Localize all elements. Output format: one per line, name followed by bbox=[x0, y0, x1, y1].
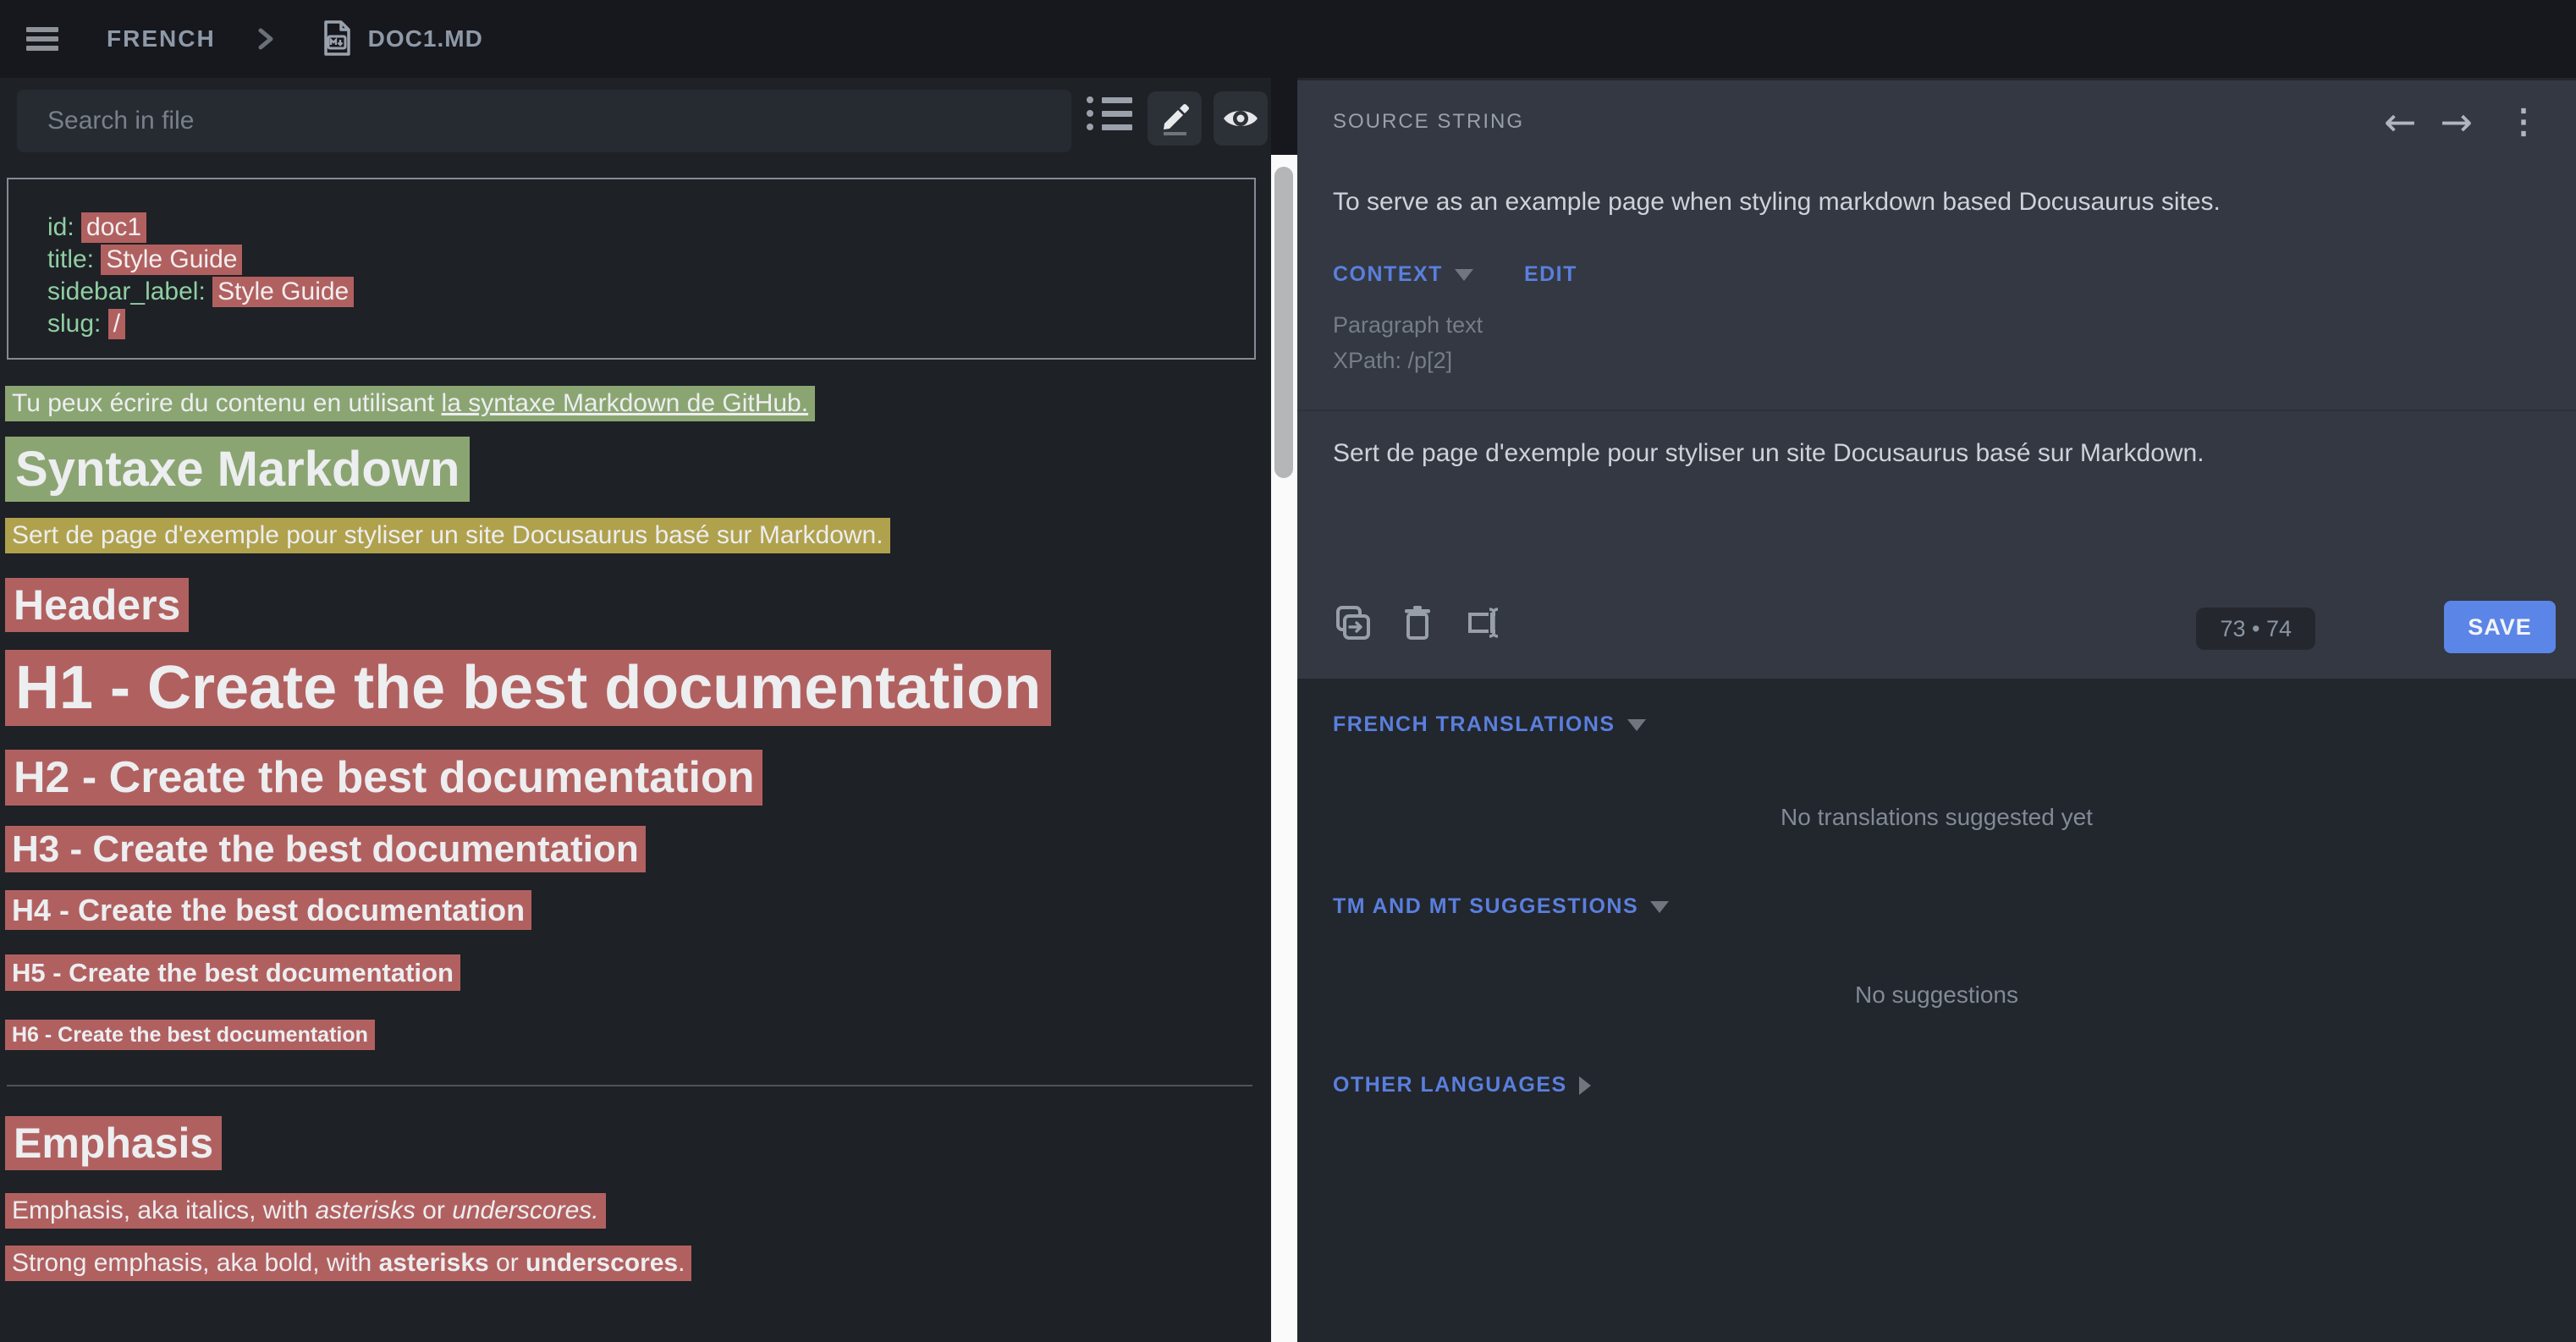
save-button[interactable]: SAVE bbox=[2444, 601, 2556, 653]
chevron-down-icon bbox=[1455, 269, 1473, 281]
document-panel: id: doc1 title: Style Guide sidebar_labe… bbox=[0, 78, 1271, 1342]
translations-empty-message: No translations suggested yet bbox=[1297, 804, 2576, 831]
heading-h4: H4 - Create the best documentation bbox=[5, 894, 1271, 927]
string-doc-title-translated[interactable]: Syntaxe Markdown bbox=[5, 437, 470, 502]
copy-source-button[interactable] bbox=[1333, 604, 1372, 643]
doc-title-heading: Syntaxe Markdown bbox=[5, 443, 1271, 496]
search-input[interactable] bbox=[17, 90, 1071, 152]
string-h1[interactable]: H1 - Create the best documentation bbox=[5, 650, 1051, 726]
top-bar: FRENCH DOC1.MD bbox=[0, 0, 2576, 78]
string-title[interactable]: Style Guide bbox=[101, 245, 242, 275]
string-strong-emphasis[interactable]: Strong emphasis, aka bold, with asterisk… bbox=[5, 1246, 691, 1281]
context-toggle[interactable]: CONTEXT bbox=[1333, 262, 1443, 287]
chevron-down-icon bbox=[1627, 719, 1646, 731]
emphasis-section-heading: Emphasis bbox=[5, 1120, 1271, 1166]
breadcrumb-project[interactable]: FRENCH bbox=[107, 25, 216, 52]
paragraph-selected: Sert de page d'exemple pour styliser un … bbox=[5, 523, 1271, 548]
paragraph-strong: Strong emphasis, aka bold, with asterisk… bbox=[5, 1251, 1271, 1276]
breadcrumb-chevron-icon bbox=[253, 24, 278, 54]
previous-string-button[interactable]: ← bbox=[2372, 102, 2429, 141]
context-type: Paragraph text bbox=[1333, 307, 1483, 343]
more-options-icon[interactable]: ⋮ bbox=[2485, 102, 2546, 141]
markdown-preview: id: doc1 title: Style Guide sidebar_labe… bbox=[0, 178, 1271, 1276]
translation-input[interactable]: Sert de page d'exemple pour styliser un … bbox=[1333, 437, 2525, 470]
heading-h3: H3 - Create the best documentation bbox=[5, 829, 1271, 870]
string-h4[interactable]: H4 - Create the best documentation bbox=[5, 890, 531, 930]
copy-icon bbox=[1333, 604, 1372, 643]
string-emphasis-italics[interactable]: Emphasis, aka italics, with asterisks or… bbox=[5, 1193, 606, 1229]
section-other-languages[interactable]: OTHER LANGUAGES bbox=[1333, 1073, 1591, 1097]
document-toolbar bbox=[0, 78, 1271, 152]
string-id[interactable]: doc1 bbox=[81, 212, 146, 243]
frontmatter-line: sidebar_label: Style Guide bbox=[47, 276, 1220, 308]
insert-text-button[interactable] bbox=[1463, 604, 1504, 643]
string-emphasis[interactable]: Emphasis bbox=[5, 1116, 222, 1170]
string-list-icon[interactable] bbox=[1087, 90, 1134, 140]
source-string-card: SOURCE STRING ← → ⋮ To serve as an examp… bbox=[1297, 80, 2576, 679]
translation-panel: SOURCE STRING ← → ⋮ To serve as an examp… bbox=[1297, 78, 2576, 1342]
suggestions-empty-message: No suggestions bbox=[1297, 982, 2576, 1009]
context-details: Paragraph text XPath: /p[2] bbox=[1333, 307, 1483, 378]
next-string-button[interactable]: → bbox=[2428, 102, 2485, 141]
headers-section-heading: Headers bbox=[5, 582, 1271, 628]
string-headers[interactable]: Headers bbox=[5, 578, 189, 632]
pencil-icon bbox=[1158, 102, 1192, 135]
frontmatter-line: slug: / bbox=[47, 308, 1220, 340]
edit-mode-button[interactable] bbox=[1148, 91, 1202, 146]
section-french-translations[interactable]: FRENCH TRANSLATIONS bbox=[1333, 712, 1646, 737]
delete-translation-button[interactable] bbox=[1401, 604, 1434, 643]
heading-h1: H1 - Create the best documentation bbox=[5, 655, 1271, 721]
string-slug[interactable]: / bbox=[108, 309, 125, 339]
edit-context-button[interactable]: EDIT bbox=[1524, 262, 1577, 287]
divider bbox=[1297, 410, 2576, 411]
heading-h5: H5 - Create the best documentation bbox=[5, 958, 1271, 988]
source-text: To serve as an example page when styling… bbox=[1333, 185, 2525, 219]
string-selected[interactable]: Sert de page d'exemple pour styliser un … bbox=[5, 518, 890, 553]
preview-mode-button[interactable] bbox=[1214, 91, 1268, 146]
horizontal-rule bbox=[7, 1085, 1252, 1086]
string-h3[interactable]: H3 - Create the best documentation bbox=[5, 826, 646, 872]
paragraph-emphasis: Emphasis, aka italics, with asterisks or… bbox=[5, 1198, 1271, 1224]
trash-icon bbox=[1401, 604, 1434, 643]
paragraph-intro: Tu peux écrire du contenu en utilisant l… bbox=[5, 391, 1271, 416]
frontmatter-line: title: Style Guide bbox=[47, 244, 1220, 276]
markdown-link[interactable]: la syntaxe Markdown de GitHub. bbox=[442, 389, 809, 417]
string-intro-translated[interactable]: Tu peux écrire du contenu en utilisant l… bbox=[5, 386, 815, 421]
string-h2[interactable]: H2 - Create the best documentation bbox=[5, 750, 762, 806]
frontmatter-block: id: doc1 title: Style Guide sidebar_labe… bbox=[7, 178, 1256, 360]
translation-toolbar: 73 • 74 SAVE bbox=[1297, 586, 2576, 679]
markdown-file-icon bbox=[322, 20, 351, 58]
scrollbar-thumb[interactable] bbox=[1274, 167, 1293, 478]
breadcrumb-filename[interactable]: DOC1.MD bbox=[368, 25, 483, 52]
frontmatter-line: id: doc1 bbox=[47, 212, 1220, 244]
string-h5[interactable]: H5 - Create the best documentation bbox=[5, 954, 460, 991]
string-h6[interactable]: H6 - Create the best documentation bbox=[5, 1020, 375, 1050]
text-cursor-icon bbox=[1463, 604, 1504, 643]
heading-h2: H2 - Create the best documentation bbox=[5, 753, 1271, 802]
string-sidebar-label[interactable]: Style Guide bbox=[212, 277, 354, 307]
source-string-label: SOURCE STRING bbox=[1333, 110, 1524, 134]
chevron-right-icon bbox=[1579, 1076, 1591, 1095]
eye-icon bbox=[1222, 105, 1259, 132]
heading-h6: H6 - Create the best documentation bbox=[5, 1022, 1271, 1048]
document-scrollbar[interactable] bbox=[1271, 155, 1297, 1342]
char-counter: 73 • 74 bbox=[2196, 608, 2315, 650]
chevron-down-icon bbox=[1650, 901, 1669, 913]
menu-icon[interactable] bbox=[26, 27, 58, 51]
context-xpath: XPath: /p[2] bbox=[1333, 343, 1483, 378]
section-tm-mt-suggestions[interactable]: TM AND MT SUGGESTIONS bbox=[1333, 894, 1669, 919]
